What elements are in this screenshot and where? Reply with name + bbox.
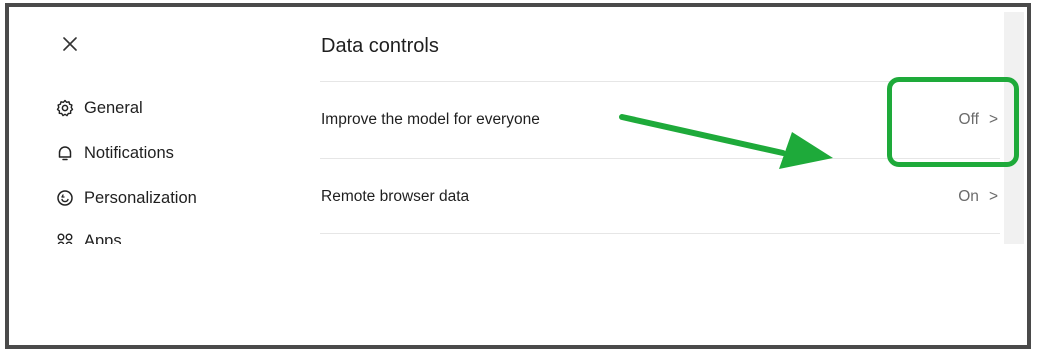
annotation-arrow [619,114,833,169]
